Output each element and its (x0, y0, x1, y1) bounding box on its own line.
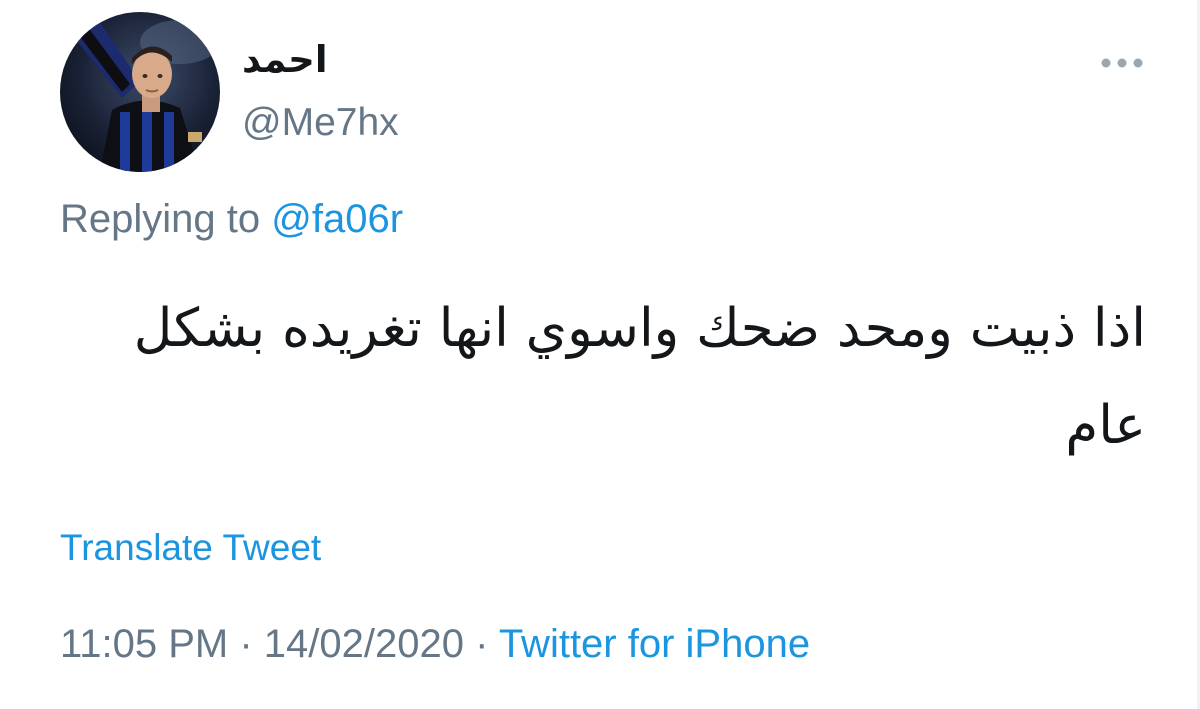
tweet-metadata: 11:05 PM · 14/02/2020 · Twitter for iPho… (60, 622, 810, 667)
more-horizontal-icon (1101, 58, 1143, 68)
meta-separator: · (228, 622, 264, 666)
more-options-button[interactable] (1096, 50, 1148, 76)
avatar[interactable] (60, 12, 220, 172)
tweet-detail: احمد @Me7hx Replying to @fa06r اذا ذبيت … (0, 0, 1200, 709)
replying-to-mention[interactable]: @fa06r (271, 197, 403, 241)
meta-separator: · (464, 622, 499, 666)
replying-to-label: Replying to (60, 197, 261, 241)
replying-to-line: Replying to @fa06r (60, 197, 403, 242)
author-display-name[interactable]: احمد (242, 38, 328, 81)
tweet-date[interactable]: 14/02/2020 (264, 622, 464, 666)
tweet-time[interactable]: 11:05 PM (60, 622, 228, 666)
tweet-source[interactable]: Twitter for iPhone (499, 622, 810, 666)
author-handle[interactable]: @Me7hx (242, 101, 399, 145)
translate-tweet-link[interactable]: Translate Tweet (60, 527, 321, 569)
profile-photo (60, 12, 220, 172)
tweet-text: اذا ذبيت ومحد ضحك واسوي انها تغريده بشكل… (133, 298, 1146, 456)
